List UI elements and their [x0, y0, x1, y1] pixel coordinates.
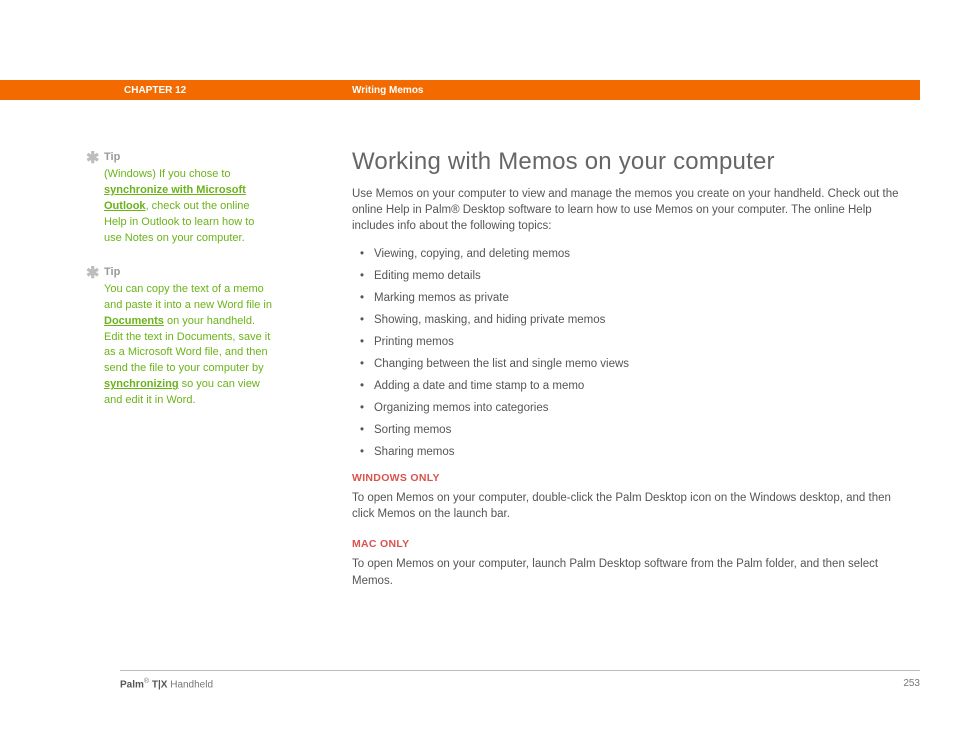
list-item: Editing memo details: [364, 270, 912, 282]
list-item: Changing between the list and single mem…: [364, 358, 912, 370]
tip-text: (Windows) If you chose to: [104, 168, 231, 180]
windows-body: To open Memos on your computer, double-c…: [352, 490, 912, 522]
tip-2: ✱ Tip You can copy the text of a memo an…: [104, 265, 272, 410]
footer: Palm® T|X Handheld 253: [120, 678, 920, 690]
tip-1: ✱ Tip (Windows) If you chose to synchron…: [104, 150, 272, 247]
synchronizing-link[interactable]: synchronizing: [104, 378, 179, 390]
topic-list: Viewing, copying, and deleting memos Edi…: [364, 248, 912, 458]
asterisk-icon: ✱: [86, 153, 104, 165]
asterisk-icon: ✱: [86, 268, 104, 280]
page-number: 253: [903, 678, 920, 690]
list-item: Sharing memos: [364, 446, 912, 458]
footer-divider: [120, 670, 920, 671]
product-mid: T|X: [149, 679, 167, 690]
header-bar: CHAPTER 12 Writing Memos: [0, 80, 920, 100]
tip-label: Tip: [104, 151, 120, 163]
list-item: Printing memos: [364, 336, 912, 348]
product-bold: Palm: [120, 679, 144, 690]
product-name: Palm® T|X Handheld: [120, 678, 213, 690]
mac-only-heading: MAC ONLY: [352, 538, 912, 550]
tip-body: You can copy the text of a memo and past…: [104, 282, 272, 410]
tip-label: Tip: [104, 266, 120, 278]
page-title: Working with Memos on your computer: [352, 148, 912, 176]
list-item: Sorting memos: [364, 424, 912, 436]
product-tail: Handheld: [167, 679, 213, 690]
list-item: Viewing, copying, and deleting memos: [364, 248, 912, 260]
list-item: Adding a date and time stamp to a memo: [364, 380, 912, 392]
list-item: Organizing memos into categories: [364, 402, 912, 414]
intro-paragraph: Use Memos on your computer to view and m…: [352, 186, 912, 234]
main-content: Working with Memos on your computer Use …: [352, 148, 912, 605]
tips-sidebar: ✱ Tip (Windows) If you chose to synchron…: [104, 150, 272, 427]
tip-text: You can copy the text of a memo and past…: [104, 283, 272, 311]
mac-body: To open Memos on your computer, launch P…: [352, 556, 912, 588]
list-item: Showing, masking, and hiding private mem…: [364, 314, 912, 326]
list-item: Marking memos as private: [364, 292, 912, 304]
chapter-label: CHAPTER 12: [124, 85, 352, 96]
section-label: Writing Memos: [352, 85, 423, 96]
windows-only-heading: WINDOWS ONLY: [352, 472, 912, 484]
documents-link[interactable]: Documents: [104, 315, 164, 327]
tip-body: (Windows) If you chose to synchronize wi…: [104, 167, 272, 247]
